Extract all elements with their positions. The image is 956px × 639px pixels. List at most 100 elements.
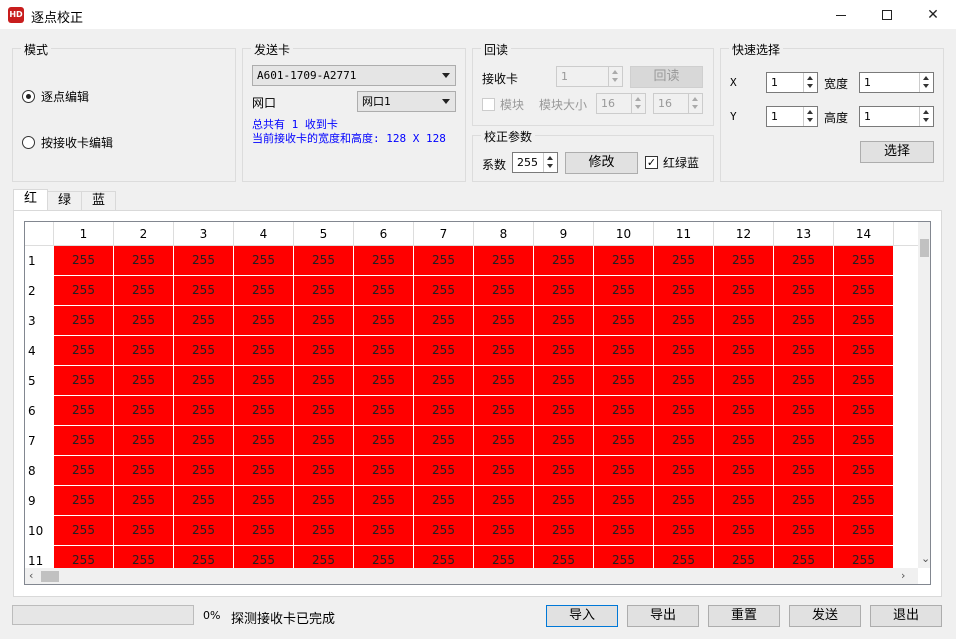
grid-cell[interactable]: 255	[774, 366, 834, 395]
grid-cell[interactable]: 255	[474, 276, 534, 305]
scroll-thumb[interactable]	[920, 239, 929, 257]
export-button[interactable]: 导出	[627, 605, 699, 627]
grid-cell[interactable]: 255	[114, 246, 174, 275]
grid-cell[interactable]: 255	[354, 396, 414, 425]
grid-cell[interactable]: 255	[834, 516, 894, 545]
grid-cell[interactable]: 255	[234, 336, 294, 365]
grid-cell[interactable]: 255	[714, 426, 774, 455]
grid-cell[interactable]: 255	[294, 426, 354, 455]
grid-cell[interactable]: 255	[114, 516, 174, 545]
grid-cell[interactable]: 255	[174, 426, 234, 455]
grid-cell[interactable]: 255	[234, 396, 294, 425]
grid-cell[interactable]: 255	[654, 516, 714, 545]
grid-cell[interactable]: 255	[534, 426, 594, 455]
tab-blue[interactable]: 蓝	[81, 191, 117, 210]
rgb-checkbox[interactable]: ✓ 红绿蓝	[645, 154, 699, 171]
grid-cell[interactable]: 255	[414, 396, 474, 425]
grid-cell[interactable]: 255	[774, 336, 834, 365]
send-button[interactable]: 发送	[789, 605, 861, 627]
grid-cell[interactable]: 255	[414, 306, 474, 335]
grid-cell[interactable]: 255	[654, 546, 714, 568]
grid-cell[interactable]: 255	[774, 246, 834, 275]
grid-cell[interactable]: 255	[714, 276, 774, 305]
grid-cell[interactable]: 255	[594, 546, 654, 568]
readback-button[interactable]: 回读	[630, 66, 703, 88]
grid-cell[interactable]: 255	[834, 456, 894, 485]
grid-cell[interactable]: 255	[414, 336, 474, 365]
grid-cell[interactable]: 255	[594, 456, 654, 485]
grid-cell[interactable]: 255	[594, 276, 654, 305]
module-checkbox[interactable]: 模块	[482, 96, 524, 113]
select-button[interactable]: 选择	[860, 141, 934, 163]
grid-cell[interactable]: 255	[114, 426, 174, 455]
grid-cell[interactable]: 255	[294, 516, 354, 545]
grid-cell[interactable]: 255	[54, 246, 114, 275]
grid-cell[interactable]: 255	[474, 486, 534, 515]
grid-cell[interactable]: 255	[174, 246, 234, 275]
grid-cell[interactable]: 255	[174, 456, 234, 485]
grid-cell[interactable]: 255	[774, 516, 834, 545]
grid-cell[interactable]: 255	[294, 306, 354, 335]
grid-cell[interactable]: 255	[54, 276, 114, 305]
grid-cell[interactable]: 255	[654, 396, 714, 425]
grid-cell[interactable]: 255	[414, 246, 474, 275]
grid-cell[interactable]: 255	[534, 336, 594, 365]
grid-cell[interactable]: 255	[654, 456, 714, 485]
grid-cell[interactable]: 255	[534, 366, 594, 395]
grid-cell[interactable]: 255	[474, 516, 534, 545]
grid-cell[interactable]: 255	[174, 516, 234, 545]
coef-spin[interactable]: 255	[512, 152, 558, 173]
grid-cell[interactable]: 255	[234, 366, 294, 395]
grid-cell[interactable]: 255	[474, 546, 534, 568]
grid-cell[interactable]: 255	[834, 396, 894, 425]
grid-cell[interactable]: 255	[114, 396, 174, 425]
grid-cell[interactable]: 255	[294, 246, 354, 275]
grid-cell[interactable]: 255	[234, 456, 294, 485]
grid-cell[interactable]: 255	[594, 306, 654, 335]
grid-cell[interactable]: 255	[834, 306, 894, 335]
grid-cell[interactable]: 255	[114, 366, 174, 395]
grid-cell[interactable]: 255	[714, 396, 774, 425]
grid-cell[interactable]: 255	[354, 366, 414, 395]
height-spin[interactable]: 1	[859, 106, 934, 127]
scroll-down-icon[interactable]: ⌄	[921, 552, 930, 565]
grid-cell[interactable]: 255	[714, 366, 774, 395]
grid-cell[interactable]: 255	[234, 426, 294, 455]
grid-cell[interactable]: 255	[354, 246, 414, 275]
width-spin[interactable]: 1	[859, 72, 934, 93]
receiver-spin[interactable]: 1	[556, 66, 623, 87]
grid-cell[interactable]: 255	[414, 426, 474, 455]
grid-cell[interactable]: 255	[534, 396, 594, 425]
scroll-right-icon[interactable]: ›	[901, 569, 905, 582]
grid-cell[interactable]: 255	[774, 426, 834, 455]
grid-cell[interactable]: 255	[414, 456, 474, 485]
grid-cell[interactable]: 255	[54, 396, 114, 425]
grid-cell[interactable]: 255	[174, 306, 234, 335]
vertical-scrollbar[interactable]: ⌄	[918, 222, 930, 568]
grid-cell[interactable]: 255	[54, 336, 114, 365]
radio-point-edit[interactable]: 逐点编辑	[22, 88, 89, 105]
grid-cell[interactable]: 255	[174, 546, 234, 568]
grid-cell[interactable]: 255	[174, 396, 234, 425]
grid-cell[interactable]: 255	[54, 486, 114, 515]
grid-cell[interactable]: 255	[594, 516, 654, 545]
grid-cell[interactable]: 255	[714, 456, 774, 485]
module-width-spin[interactable]: 16	[596, 93, 646, 114]
grid-cell[interactable]: 255	[54, 306, 114, 335]
grid-cell[interactable]: 255	[774, 486, 834, 515]
grid-cell[interactable]: 255	[294, 336, 354, 365]
grid-cell[interactable]: 255	[834, 426, 894, 455]
grid-cell[interactable]: 255	[474, 336, 534, 365]
grid-cell[interactable]: 255	[474, 366, 534, 395]
sender-card-select[interactable]: A601-1709-A2771	[252, 65, 456, 86]
grid-cell[interactable]: 255	[534, 246, 594, 275]
grid-cell[interactable]: 255	[54, 516, 114, 545]
grid-cell[interactable]: 255	[774, 546, 834, 568]
grid-cell[interactable]: 255	[114, 456, 174, 485]
import-button[interactable]: 导入	[546, 605, 618, 627]
grid-cell[interactable]: 255	[474, 426, 534, 455]
grid-cell[interactable]: 255	[714, 546, 774, 568]
grid-cell[interactable]: 255	[654, 426, 714, 455]
grid-cell[interactable]: 255	[534, 516, 594, 545]
grid-cell[interactable]: 255	[114, 276, 174, 305]
